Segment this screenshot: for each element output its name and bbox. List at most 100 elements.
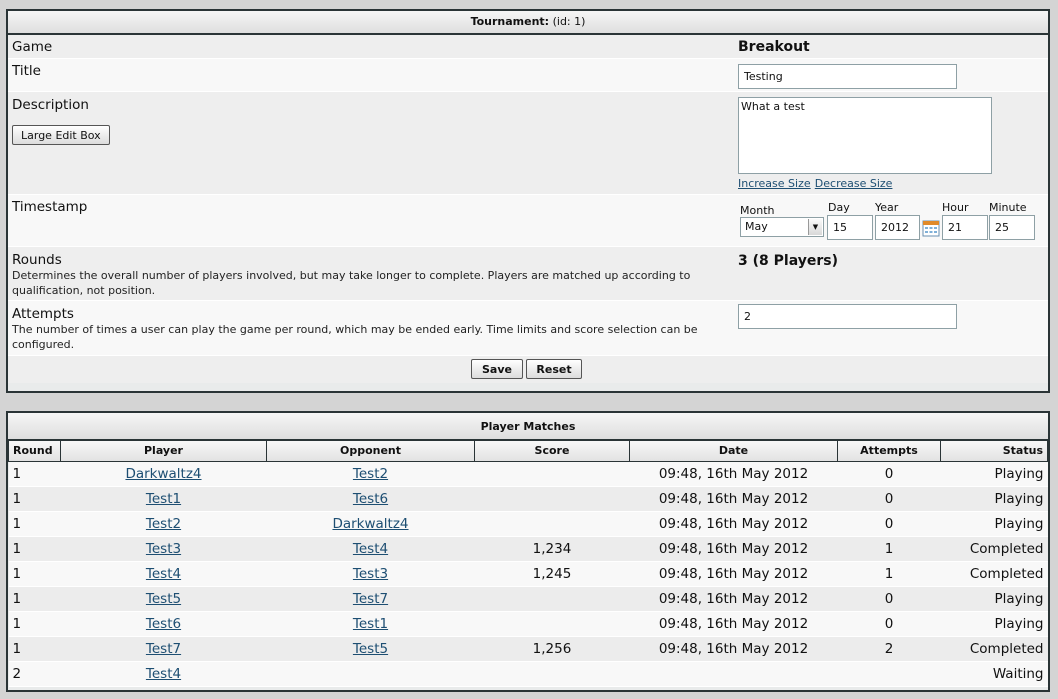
score-cell — [474, 611, 630, 637]
size-links: Increase Size Decrease Size — [738, 176, 892, 191]
round-cell: 1 — [8, 461, 61, 487]
player-cell: Test5 — [60, 586, 267, 612]
player-cell: Test2 — [60, 511, 267, 537]
round-cell: 1 — [8, 611, 61, 637]
col-status[interactable]: Status — [940, 441, 1048, 462]
year-input[interactable] — [875, 215, 920, 240]
date-cell: 09:48, 16th May 2012 — [629, 486, 838, 512]
opponent-link[interactable]: Test2 — [353, 466, 388, 482]
month-value: May — [745, 220, 768, 233]
attempts-cell: 1 — [837, 561, 941, 587]
opponent-cell: Test6 — [266, 486, 475, 512]
hour-input[interactable] — [942, 215, 988, 240]
game-row: Game Breakout — [8, 35, 1048, 59]
opponent-link[interactable]: Test7 — [353, 591, 388, 607]
minute-label: Minute — [989, 201, 1027, 214]
opponent-link[interactable]: Test5 — [353, 641, 388, 657]
description-label: Description — [12, 97, 89, 113]
table-row: 1 Test6 Test1 09:48, 16th May 2012 0 Playing — [8, 611, 1048, 637]
player-link[interactable]: Test7 — [146, 641, 181, 657]
rounds-value: 3 (8 Players) — [738, 253, 838, 269]
player-cell: Test4 — [60, 561, 267, 587]
round-cell: 2 — [8, 661, 61, 687]
round-cell: 1 — [8, 586, 61, 612]
opponent-link[interactable]: Test4 — [353, 541, 388, 557]
date-cell: 09:48, 16th May 2012 — [629, 561, 838, 587]
table-row: 1 Test2 Darkwaltz4 09:48, 16th May 2012 0 Pla… — [8, 511, 1048, 537]
player-cell: Darkwaltz4 — [60, 461, 267, 487]
day-input[interactable] — [827, 215, 873, 240]
matches-table: Round Player Opponent Score Date Attempt… — [8, 441, 1048, 687]
decrease-size-link[interactable]: Decrease Size — [815, 177, 893, 190]
matches-body: 1 Darkwaltz4 Test2 09:48, 16th May 2012 0 Pla… — [8, 461, 1048, 687]
status-cell: Completed — [940, 636, 1048, 662]
col-date[interactable]: Date — [629, 441, 838, 462]
rounds-row: Rounds Determines the overall number of … — [8, 247, 1048, 301]
month-select[interactable]: May ▼ — [740, 217, 824, 237]
calendar-icon[interactable] — [922, 219, 940, 237]
reset-button[interactable]: Reset — [526, 359, 582, 379]
table-row: 1 Test5 Test7 09:48, 16th May 2012 0 Playing — [8, 586, 1048, 612]
title-row: Title — [8, 59, 1048, 92]
attempts-cell: 1 — [837, 536, 941, 562]
tournament-header: Tournament: (id: 1) — [8, 11, 1048, 35]
player-link[interactable]: Darkwaltz4 — [125, 466, 201, 482]
timestamp-label: Timestamp — [12, 199, 88, 215]
col-attempts[interactable]: Attempts — [837, 441, 941, 462]
day-label: Day — [828, 201, 850, 214]
score-cell: 1,256 — [474, 636, 630, 662]
attempts-cell: 0 — [837, 486, 941, 512]
save-button[interactable]: Save — [471, 359, 523, 379]
player-link[interactable]: Test1 — [146, 491, 181, 507]
status-cell: Completed — [940, 561, 1048, 587]
table-row: 2 Test4 Waiting — [8, 661, 1048, 687]
col-round[interactable]: Round — [8, 441, 61, 462]
player-link[interactable]: Test6 — [146, 616, 181, 632]
status-cell: Playing — [940, 611, 1048, 637]
attempts-cell: 2 — [837, 636, 941, 662]
player-link[interactable]: Test4 — [146, 666, 181, 682]
minute-input[interactable] — [989, 215, 1035, 240]
attempts-description: The number of times a user can play the … — [12, 323, 698, 351]
score-cell — [474, 661, 630, 687]
tournament-panel: Tournament: (id: 1) Game Breakout Title … — [6, 9, 1050, 393]
col-player[interactable]: Player — [60, 441, 267, 462]
attempts-cell: 0 — [837, 511, 941, 537]
large-edit-box-button[interactable]: Large Edit Box — [12, 125, 110, 145]
increase-size-link[interactable]: Increase Size — [738, 177, 811, 190]
attempts-row: Attempts The number of times a user can … — [8, 301, 1048, 356]
hour-label: Hour — [942, 201, 969, 214]
opponent-cell: Test5 — [266, 636, 475, 662]
chevron-down-icon: ▼ — [808, 219, 822, 235]
rounds-description: Determines the overall number of players… — [12, 269, 691, 297]
timestamp-row: Timestamp Month May ▼ Day Year Hour Minu… — [8, 195, 1048, 247]
opponent-link[interactable]: Darkwaltz4 — [332, 516, 408, 532]
round-cell: 1 — [8, 561, 61, 587]
opponent-cell: Test3 — [266, 561, 475, 587]
opponent-cell: Test1 — [266, 611, 475, 637]
player-cell: Test7 — [60, 636, 267, 662]
player-cell: Test4 — [60, 661, 267, 687]
score-cell: 1,245 — [474, 561, 630, 587]
title-label: Title — [12, 63, 41, 79]
opponent-link[interactable]: Test1 — [353, 616, 388, 632]
col-score[interactable]: Score — [474, 441, 630, 462]
table-row: 1 Test4 Test3 1,245 09:48, 16th May 2012 1 Com… — [8, 561, 1048, 587]
player-link[interactable]: Test2 — [146, 516, 181, 532]
game-label: Game — [12, 39, 53, 55]
player-link[interactable]: Test4 — [146, 566, 181, 582]
player-link[interactable]: Test5 — [146, 591, 181, 607]
opponent-cell — [266, 661, 475, 687]
date-cell: 09:48, 16th May 2012 — [629, 636, 838, 662]
description-textarea[interactable]: What a test — [738, 97, 992, 174]
attempts-input[interactable] — [738, 304, 957, 329]
title-input[interactable] — [738, 64, 957, 89]
opponent-link[interactable]: Test3 — [353, 566, 388, 582]
matches-header-row: Round Player Opponent Score Date Attempt… — [8, 441, 1048, 462]
opponent-link[interactable]: Test6 — [353, 491, 388, 507]
table-row: 1 Test7 Test5 1,256 09:48, 16th May 2012 2 Com… — [8, 636, 1048, 662]
score-cell: 1,234 — [474, 536, 630, 562]
player-link[interactable]: Test3 — [146, 541, 181, 557]
year-label: Year — [875, 201, 899, 214]
col-opponent[interactable]: Opponent — [266, 441, 475, 462]
